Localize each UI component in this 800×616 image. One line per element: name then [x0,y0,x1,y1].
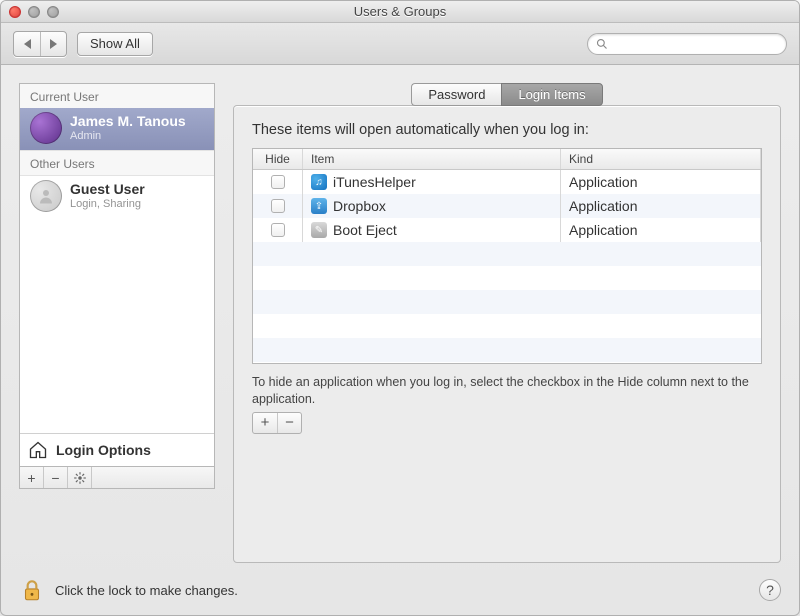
action-menu-button[interactable] [68,467,92,488]
user-name: James M. Tanous [70,113,186,130]
remove-item-button[interactable]: − [277,413,301,433]
add-user-button[interactable]: + [20,467,44,488]
add-remove-buttons: + − [252,412,302,434]
traffic-lights [9,6,59,18]
user-role: Login, Sharing [70,198,145,211]
back-button[interactable] [14,32,40,56]
user-name: Guest User [70,181,145,198]
remove-user-button[interactable]: − [44,467,68,488]
nav-back-forward [13,31,67,57]
forward-button[interactable] [40,32,66,56]
current-user-header: Current User [20,84,214,108]
table-body: ♫ iTunesHelper Application ⇪ Dropbox Appli… [253,170,761,364]
search-icon [596,38,608,50]
sidebar-wrap: Current User James M. Tanous Admin Other… [19,83,215,563]
login-options-label: Login Options [56,442,151,458]
login-items-table: Hide Item Kind ♫ iTunesHelper Application… [252,148,762,364]
app-icon: ♫ [311,174,327,190]
add-item-button[interactable]: + [253,413,277,433]
show-all-button[interactable]: Show All [77,32,153,56]
tab-login-items[interactable]: Login Items [501,83,602,106]
close-icon[interactable] [9,6,21,18]
hide-checkbox[interactable] [271,199,285,213]
footer: Click the lock to make changes. ? [1,571,799,615]
lock-icon[interactable] [19,577,45,603]
col-item[interactable]: Item [303,149,561,169]
item-kind: Application [561,194,761,218]
zoom-icon[interactable] [47,6,59,18]
item-name: Boot Eject [333,222,397,238]
search-input[interactable] [612,36,778,52]
search-field[interactable] [587,33,787,55]
hide-checkbox[interactable] [271,175,285,189]
app-icon: ✎ [311,222,327,238]
table-header: Hide Item Kind [253,149,761,170]
preferences-window: Users & Groups Show All Current User Jam… [0,0,800,616]
lock-text: Click the lock to make changes. [55,583,238,598]
tabs: Password Login Items [233,83,781,106]
titlebar: Users & Groups [1,1,799,23]
content-area: Current User James M. Tanous Admin Other… [1,65,799,571]
item-name: iTunesHelper [333,174,416,190]
tab-password[interactable]: Password [411,83,501,106]
sidebar-item-current-user[interactable]: James M. Tanous Admin [20,108,214,150]
window-title: Users & Groups [1,4,799,19]
other-users-header: Other Users [20,150,214,176]
login-options-button[interactable]: Login Options [20,433,214,466]
table-row[interactable]: ✎ Boot Eject Application [253,218,761,242]
toolbar: Show All [1,23,799,65]
help-button[interactable]: ? [759,579,781,601]
login-items-panel: These items will open automatically when… [233,105,781,563]
col-hide[interactable]: Hide [253,149,303,169]
avatar [30,180,62,212]
person-icon [37,187,55,205]
item-kind: Application [561,170,761,194]
user-role: Admin [70,130,186,143]
avatar [30,112,62,144]
users-sidebar: Current User James M. Tanous Admin Other… [19,83,215,467]
hide-hint: To hide an application when you log in, … [252,374,762,408]
main-panel: Password Login Items These items will op… [233,83,781,563]
sidebar-toolbar: + − [19,467,215,489]
col-kind[interactable]: Kind [561,149,761,169]
hide-checkbox[interactable] [271,223,285,237]
chevron-left-icon [24,39,31,49]
chevron-right-icon [50,39,57,49]
app-icon: ⇪ [311,198,327,214]
panel-intro: These items will open automatically when… [252,122,762,138]
gear-icon [73,471,87,485]
item-name: Dropbox [333,198,386,214]
home-icon [28,440,48,460]
table-row[interactable]: ♫ iTunesHelper Application [253,170,761,194]
table-row[interactable]: ⇪ Dropbox Application [253,194,761,218]
item-kind: Application [561,218,761,242]
sidebar-item-guest-user[interactable]: Guest User Login, Sharing [20,176,214,218]
minimize-icon[interactable] [28,6,40,18]
